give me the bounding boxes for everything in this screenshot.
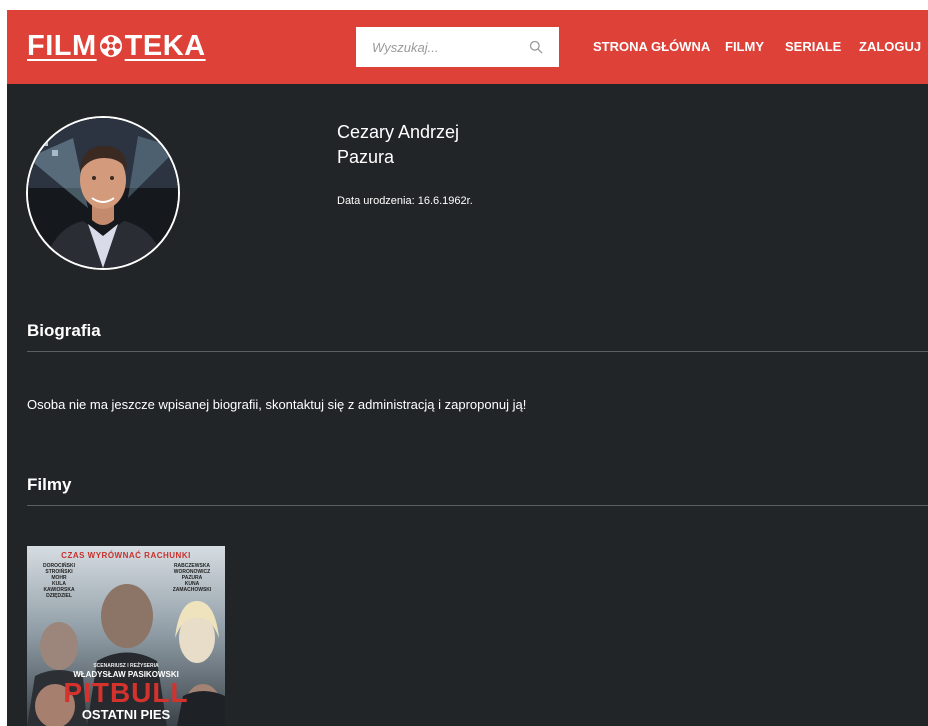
page: FILM TEKA STRONA GŁÓWNA FILMY SERIALE ZA… — [7, 10, 928, 726]
person-name: Cezary Andrzej Pazura — [337, 120, 459, 170]
poster-credit: SCENARIUSZ I REŻYSERIA — [93, 663, 159, 669]
cast-name: ZAMACHOWSKI — [172, 587, 212, 593]
avatar-portrait — [28, 118, 178, 268]
search-box — [356, 27, 559, 67]
poster-title: PITBULL — [63, 677, 189, 708]
poster-cast-left: DOROCIŃSKI STROIŃSKI MOHR KULA KAWIORSKA… — [37, 563, 81, 599]
bio-heading: Biografia — [27, 321, 101, 340]
nav-series[interactable]: SERIALE — [785, 39, 841, 55]
person-avatar — [26, 116, 180, 270]
films-heading: Filmy — [27, 475, 72, 494]
search-icon[interactable] — [529, 40, 543, 54]
bio-text: Osoba nie ma jeszcze wpisanej biografii,… — [27, 397, 527, 412]
poster-cast-right: RABCZEWSKA WORONOWICZ PAZURA KUNA ZAMACH… — [167, 563, 217, 593]
search-input[interactable] — [356, 27, 526, 67]
poster-subtitle: OSTATNI PIES — [81, 707, 171, 722]
site-logo[interactable]: FILM TEKA — [27, 30, 206, 62]
nav-films[interactable]: FILMY — [725, 39, 764, 55]
poster-tagline: CZAS WYRÓWNAĆ RACHUNKI — [61, 551, 191, 560]
bio-divider — [27, 351, 928, 352]
nav-home[interactable]: STRONA GŁÓWNA — [593, 39, 710, 55]
birth-date: Data urodzenia: 16.6.1962r. — [337, 195, 473, 207]
person-last-name: Pazura — [337, 147, 395, 167]
logo-text-right: TEKA — [124, 30, 206, 62]
film-reel-icon — [99, 35, 122, 57]
film-poster-pitbull[interactable]: CZAS WYRÓWNAĆ RACHUNKI DOROCIŃSKI STROIŃ… — [27, 546, 225, 726]
films-divider — [27, 505, 928, 506]
logo-text-left: FILM — [27, 30, 97, 62]
cast-name: DZIĘDZIEL — [46, 593, 72, 599]
nav-login[interactable]: ZALOGUJ — [859, 39, 921, 55]
person-first-names: Cezary Andrzej — [337, 122, 460, 142]
top-navbar: FILM TEKA STRONA GŁÓWNA FILMY SERIALE ZA… — [7, 10, 928, 84]
